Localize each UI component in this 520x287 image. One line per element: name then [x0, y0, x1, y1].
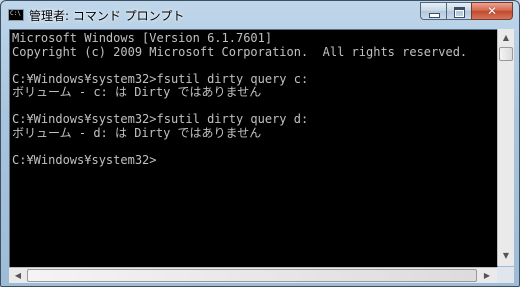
console-app-icon[interactable]: C:\	[8, 9, 24, 21]
console-line: C:¥Windows¥system32>fsutil dirty query d…	[12, 112, 309, 126]
console-line: ボリューム - d: は Dirty ではありません	[12, 125, 262, 140]
window-title: 管理者: コマンド プロンプト	[29, 9, 185, 23]
resize-grip[interactable]	[497, 267, 514, 283]
window-controls: ✕	[420, 2, 513, 21]
horizontal-scrollbar[interactable]: ◀ ▶	[9, 267, 497, 283]
minimize-icon	[429, 13, 440, 18]
console-lines: Microsoft Windows [Version 6.1.7601] Copy…	[12, 31, 468, 167]
console-output[interactable]: Microsoft Windows [Version 6.1.7601] Copy…	[9, 29, 498, 268]
command-prompt-window: C:\ 管理者: コマンド プロンプト ✕ Microsoft Windows …	[0, 0, 520, 287]
scroll-up-arrow[interactable]: ▲	[498, 30, 514, 46]
close-icon: ✕	[486, 4, 498, 18]
title-bar[interactable]: C:\ 管理者: コマンド プロンプト ✕	[1, 1, 519, 29]
console-line: C:¥Windows¥system32>	[12, 152, 157, 167]
vertical-scroll-thumb[interactable]	[499, 47, 513, 61]
console-line: ボリューム - c: は Dirty ではありません	[12, 85, 262, 99]
minimize-button[interactable]	[420, 2, 446, 20]
maximize-button[interactable]	[446, 2, 471, 20]
close-button[interactable]: ✕	[471, 2, 513, 20]
scroll-right-arrow[interactable]: ▶	[479, 268, 495, 284]
scroll-down-arrow[interactable]: ▼	[498, 248, 514, 264]
console-line: Microsoft Windows [Version 6.1.7601]	[12, 31, 273, 45]
maximize-icon	[454, 7, 465, 18]
horizontal-scroll-thumb[interactable]	[27, 269, 477, 282]
console-line: Copyright (c) 2009 Microsoft Corporation…	[12, 44, 468, 59]
scroll-left-arrow[interactable]: ◀	[10, 268, 26, 284]
app-icon-glyph: C:\	[10, 10, 21, 17]
vertical-scrollbar[interactable]: ▲ ▼	[497, 29, 514, 266]
console-line: C:¥Windows¥system32>fsutil dirty query c…	[12, 71, 309, 86]
